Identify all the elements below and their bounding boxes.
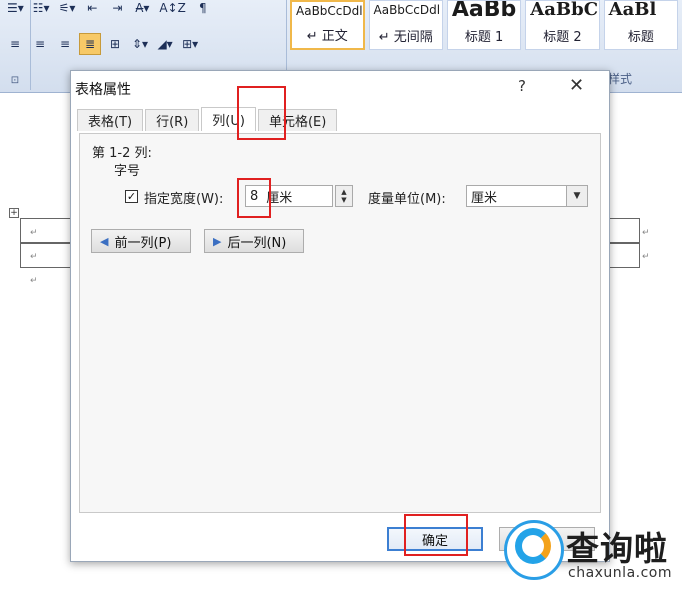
ribbon-button[interactable]: ¶	[192, 0, 214, 19]
dialog-title: 表格属性	[75, 82, 131, 98]
dialog-tabs: 表格(T) 行(R) 列(U) 单元格(E)	[77, 107, 339, 133]
section-label: 字号	[114, 164, 141, 179]
tab-row[interactable]: 行(R)	[145, 109, 200, 131]
paragraph-mark: ↵	[30, 252, 38, 262]
ribbon-button[interactable]: ⊞▾	[179, 33, 201, 55]
ribbon-button[interactable]: ≡	[54, 33, 76, 55]
spin-down-icon[interactable]: ▼	[341, 196, 346, 204]
style-sample: AaBbC	[530, 0, 599, 20]
table-row	[606, 243, 640, 268]
column-range-label: 第 1-2 列:	[92, 146, 152, 161]
next-column-button[interactable]: ▶ 后一列(N)	[204, 229, 304, 253]
ribbon-button[interactable]: ≣	[79, 33, 101, 55]
style-gallery: AaBbCcDdl ↵ 正文 AaBbCcDdl ↵ 无间隔 AaBb 标题 1 AaBbC…	[290, 0, 682, 56]
specify-width-checkbox[interactable]: ✓	[125, 190, 138, 203]
table-row	[606, 218, 640, 243]
style-name: ↵ 无间隔	[378, 30, 433, 45]
close-icon[interactable]: ✕	[569, 75, 584, 96]
style-sample: AaBb	[451, 0, 517, 22]
ribbon-button[interactable]: A̶▾	[131, 0, 153, 19]
styles-group-label: 样式	[608, 72, 633, 86]
chevron-down-icon[interactable]: ▼	[566, 186, 587, 206]
paragraph-mark: ↵	[30, 228, 38, 238]
measure-unit-value: 厘米	[471, 190, 498, 206]
ribbon-button[interactable]: ⇤	[81, 0, 103, 19]
watermark-brand: 查询啦	[566, 529, 668, 568]
table-row	[20, 243, 72, 268]
paragraph-mark: ↵	[30, 276, 38, 286]
ribbon-button[interactable]: ≡	[29, 33, 51, 55]
watermark-q-icon	[515, 528, 551, 564]
arrow-right-icon: ▶	[213, 234, 222, 248]
ribbon-button[interactable]: ⊞	[104, 33, 126, 55]
watermark-domain: chaxunla.com	[568, 565, 672, 581]
previous-column-button[interactable]: ◀ 前一列(P)	[91, 229, 191, 253]
column-tab-panel: 第 1-2 列: 字号 ✓ 指定宽度(W): 8 厘米 ▲ ▼ 度量单位(M):…	[79, 133, 601, 513]
table-row	[20, 218, 72, 243]
ribbon-button[interactable]: ⇥	[106, 0, 128, 19]
ribbon-button[interactable]: ◢▾	[154, 33, 176, 55]
ribbon-button[interactable]: ☷▾	[30, 0, 53, 19]
ribbon-button[interactable]: A↕Z	[156, 0, 188, 19]
style-name: 标题 2	[543, 30, 582, 45]
paragraph-mark: ↵	[642, 228, 650, 238]
highlight-ok-button	[404, 514, 468, 556]
paragraph-mark: ↵	[642, 252, 650, 262]
ribbon-row-1: ☰▾ ☷▾ ⚟▾ ⇤ ⇥ A̶▾ A↕Z ¶	[4, 0, 217, 22]
style-name: 标题 1	[464, 30, 504, 45]
style-gallery-item[interactable]: AaBbC 标题 2	[525, 0, 600, 50]
help-icon[interactable]: ?	[518, 77, 526, 95]
style-gallery-item[interactable]: AaBbCcDdl ↵ 无间隔	[368, 0, 443, 50]
style-gallery-item[interactable]: AaBb 标题 1	[446, 0, 522, 50]
ribbon-button[interactable]: ≡	[4, 33, 26, 55]
highlight-column-tab	[237, 86, 286, 140]
style-sample: AaBbCcDdl	[373, 3, 441, 17]
spin-up-icon[interactable]: ▲	[341, 188, 346, 196]
measure-unit-select[interactable]: 厘米 ▼	[466, 185, 588, 207]
ribbon-button[interactable]: ☰▾	[4, 0, 27, 19]
table-move-handle-icon[interactable]: +	[9, 208, 19, 218]
tab-table[interactable]: 表格(T)	[77, 109, 144, 131]
width-spinner[interactable]: ▲ ▼	[335, 185, 353, 207]
dialog-title-bar[interactable]: 表格属性 ? ✕	[71, 71, 609, 103]
previous-column-label: 前一列(P)	[114, 235, 172, 251]
measure-unit-label: 度量单位(M):	[368, 192, 446, 207]
highlight-width-value	[237, 178, 271, 218]
next-column-label: 后一列(N)	[227, 235, 287, 251]
style-sample: AaBl	[608, 0, 657, 20]
table-properties-dialog: 表格属性 ? ✕ 表格(T) 行(R) 列(U) 单元格(E) 第 1-2 列:…	[70, 70, 610, 562]
specify-width-label: 指定宽度(W):	[144, 192, 224, 207]
style-name: ↵ 正文	[306, 29, 348, 44]
ribbon-button[interactable]: ⇕▾	[129, 33, 151, 55]
style-sample: AaBbCcDdl	[296, 4, 363, 18]
ribbon-dialog-launcher-icon[interactable]: ⊡	[0, 70, 30, 90]
style-name: 标题	[627, 30, 654, 45]
ribbon-divider	[30, 0, 31, 90]
style-gallery-item[interactable]: AaBbCcDdl ↵ 正文	[290, 0, 365, 50]
style-gallery-item[interactable]: AaBl 标题	[603, 0, 679, 50]
ribbon-row-2: ≡ ≡ ≡ ≣ ⊞ ⇕▾ ◢▾ ⊞▾	[4, 30, 204, 58]
ribbon-button[interactable]: ⚟▾	[56, 0, 79, 19]
arrow-left-icon: ◀	[100, 234, 109, 248]
